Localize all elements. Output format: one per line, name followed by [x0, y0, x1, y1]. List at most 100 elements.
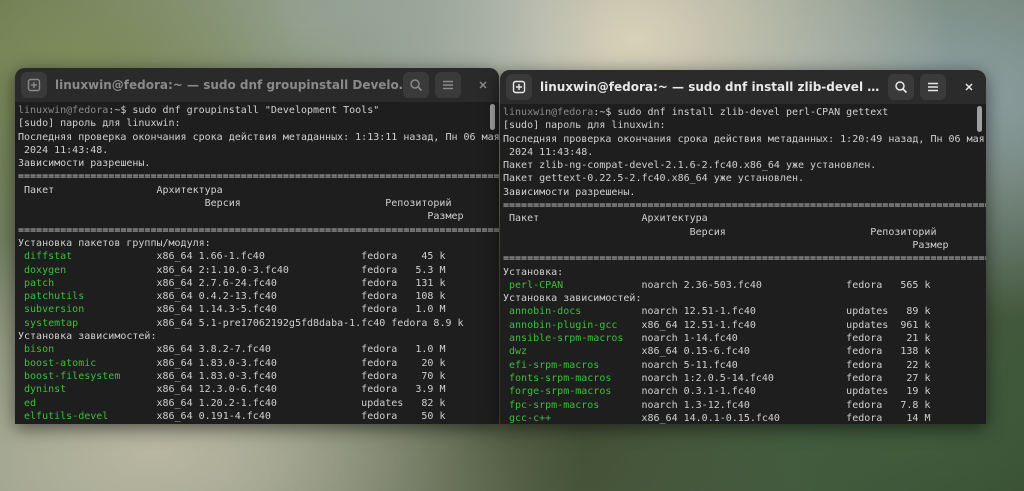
terminal-text: x86_64 1.66-1.fc40 fedora 45 k: [72, 251, 446, 263]
terminal-text: ========================================…: [503, 253, 986, 265]
terminal-line: Последняя проверка окончания срока дейст…: [503, 133, 986, 146]
search-button[interactable]: [888, 74, 914, 100]
package-name: subversion: [18, 304, 85, 316]
package-name: elfutils-devel: [18, 410, 109, 422]
terminal-line: [sudo] пароль для linuxwin:: [503, 119, 986, 132]
terminal-text: Размер: [18, 211, 464, 223]
terminal-line: Размер: [18, 210, 499, 223]
terminal-text: 2024 11:43:48.: [503, 146, 594, 158]
terminal-text: x86_64 0.4.2-13.fc40 fedora 108 k: [84, 291, 446, 303]
new-tab-button[interactable]: [506, 74, 532, 100]
titlebar-left[interactable]: linuxwin@fedora:~ — sudo dnf groupinstal…: [15, 68, 499, 102]
close-icon: [965, 83, 973, 91]
terminal-text: x86_64 1.14.3-5.fc40 fedora 1.0 M: [84, 304, 446, 316]
terminal-text: Установка пакетов группы/модуля:: [18, 237, 211, 249]
package-name: ed: [18, 397, 37, 409]
terminal-line: ========================================…: [503, 199, 986, 212]
terminal-text: x86_64 12.3.0-6.fc40 fedora 3.9 M: [66, 384, 446, 396]
terminal-text: Пакет Архитектура: [503, 213, 708, 225]
package-name: boost-atomic: [18, 357, 97, 369]
terminal-line: Зависимости разрешены.: [18, 157, 499, 170]
shell-prompt: linuxwin@fedora: [18, 105, 109, 116]
terminal-text: x86_64 2:1.10.0-3.fc40 fedora 5.3 M: [66, 264, 446, 276]
package-name: efi-srpm-macros: [503, 359, 600, 371]
search-icon: [410, 79, 423, 92]
terminal-line: elfutils-devel x86_64 0.191-4.fc40 fedor…: [18, 410, 499, 423]
terminal-line: subversion x86_64 1.14.3-5.fc40 fedora 1…: [18, 303, 499, 316]
terminal-text: noarch 0.3.1-1.fc40 updates 19 k: [611, 386, 931, 398]
terminal-line: 2024 11:43:48.: [503, 146, 986, 159]
terminal-text: ========================================…: [18, 224, 499, 236]
package-name: annobin-plugin-gcc: [503, 319, 618, 331]
terminal-text: noarch 1:2.0.5-14.fc40 fedora 27 k: [611, 372, 931, 384]
package-name: dwz: [503, 346, 528, 358]
terminal-window-left[interactable]: linuxwin@fedora:~ — sudo dnf groupinstal…: [15, 68, 499, 424]
package-name: patch: [18, 277, 55, 289]
terminal-text: ========================================…: [503, 200, 986, 212]
terminal-line: Пакет zlib-ng-compat-devel-2.1.6-2.fc40.…: [503, 159, 986, 172]
scrollbar[interactable]: [490, 104, 495, 130]
terminal-line: fpc-srpm-macros noarch 1.3-12.fc40 fedor…: [503, 399, 986, 412]
terminal-line: Последняя проверка окончания срока дейст…: [18, 131, 499, 144]
terminal-line: Версия Репозиторий: [503, 226, 986, 239]
terminal-line: Пакет Архитектура: [18, 184, 499, 197]
titlebar-right[interactable]: linuxwin@fedora:~ — sudo dnf install zli…: [500, 70, 986, 104]
terminal-text: Зависимости разрешены.: [18, 158, 151, 170]
terminal-line: ========================================…: [18, 170, 499, 183]
menu-button[interactable]: [435, 72, 461, 98]
terminal-line: ========================================…: [503, 252, 986, 265]
terminal-window-right[interactable]: linuxwin@fedora:~ — sudo dnf install zli…: [500, 70, 986, 424]
package-name: systemtap: [18, 317, 79, 329]
terminal-line: efi-srpm-macros noarch 5-11.fc40 fedora …: [503, 359, 986, 372]
search-button[interactable]: [403, 72, 429, 98]
terminal-line: Пакет gettext-0.22.5-2.fc40.x86_64 уже у…: [503, 172, 986, 185]
terminal-text: 2024 11:43:48.: [18, 144, 109, 156]
terminal-output-right[interactable]: linuxwin@fedora:~$ sudo dnf install zlib…: [500, 104, 986, 424]
package-name: forge-srpm-macros: [503, 386, 612, 398]
terminal-line: Установка зависимостей:: [503, 292, 986, 305]
close-button[interactable]: [956, 74, 982, 100]
terminal-text: Последняя проверка окончания срока дейст…: [503, 133, 985, 145]
scrollbar[interactable]: [977, 106, 982, 132]
terminal-text: :~$ sudo dnf groupinstall "Development T…: [108, 105, 380, 116]
terminal-text: x86_64 5.1-pre17062192g5fd8daba-1.fc40 f…: [78, 317, 464, 329]
terminal-line: gcc-c++ x86_64 14.0.1-0.15.fc40 fedora 1…: [503, 412, 986, 424]
terminal-line: Установка:: [503, 266, 986, 279]
new-tab-button[interactable]: [21, 72, 47, 98]
terminal-line: diffstat x86_64 1.66-1.fc40 fedora 45 k: [18, 250, 499, 263]
terminal-line: ========================================…: [18, 224, 499, 237]
new-tab-icon: [512, 80, 526, 94]
terminal-line: Установка пакетов группы/модуля:: [18, 237, 499, 250]
package-name: patchutils: [18, 291, 85, 303]
terminal-text: Пакет gettext-0.22.5-2.fc40.x86_64 уже у…: [503, 173, 805, 185]
terminal-line: ansible-srpm-macros noarch 1-14.fc40 fed…: [503, 332, 986, 345]
terminal-text: x86_64 1.83.0-3.fc40 fedora 20 k: [96, 357, 446, 369]
terminal-text: noarch 1.3-12.fc40 fedora 7.8 k: [599, 399, 931, 411]
terminal-text: x86_64 14.0.1-0.15.fc40 fedora 14 M: [551, 412, 931, 424]
package-name: diffstat: [18, 251, 73, 263]
terminal-text: ========================================…: [18, 171, 499, 183]
terminal-text: x86_64 3.8.2-7.fc40 fedora 1.0 M: [54, 344, 446, 356]
hamburger-icon: [928, 82, 938, 92]
terminal-text: x86_64 12.51-1.fc40 updates 961 k: [617, 319, 931, 331]
terminal-output-left[interactable]: linuxwin@fedora:~$ sudo dnf groupinstall…: [15, 102, 499, 424]
package-name: ansible-srpm-macros: [503, 333, 624, 345]
terminal-text: noarch 2.36-503.fc40 fedora 565 k: [563, 279, 931, 291]
terminal-line: patchutils x86_64 0.4.2-13.fc40 fedora 1…: [18, 290, 499, 303]
terminal-line: Размер: [503, 239, 986, 252]
terminal-line: linuxwin@fedora:~$ sudo dnf install zlib…: [503, 106, 986, 119]
package-name: boost-filesystem: [18, 370, 121, 382]
terminal-line: Версия Репозиторий: [18, 197, 499, 210]
terminal-line: patch x86_64 2.7.6-24.fc40 fedora 131 k: [18, 277, 499, 290]
terminal-line: perl-CPAN noarch 2.36-503.fc40 fedora 56…: [503, 279, 986, 292]
menu-button[interactable]: [920, 74, 946, 100]
terminal-text: Зависимости разрешены.: [503, 186, 636, 198]
window-title: linuxwin@fedora:~ — sudo dnf groupinstal…: [55, 78, 411, 92]
terminal-text: Размер: [503, 239, 949, 251]
terminal-line: Пакет Архитектура: [503, 212, 986, 225]
close-button[interactable]: [470, 72, 496, 98]
package-name: perl-CPAN: [503, 279, 564, 291]
terminal-line: annobin-docs noarch 12.51-1.fc40 updates…: [503, 305, 986, 318]
terminal-text: Версия Репозиторий: [18, 198, 452, 210]
terminal-line: [sudo] пароль для linuxwin:: [18, 117, 499, 130]
